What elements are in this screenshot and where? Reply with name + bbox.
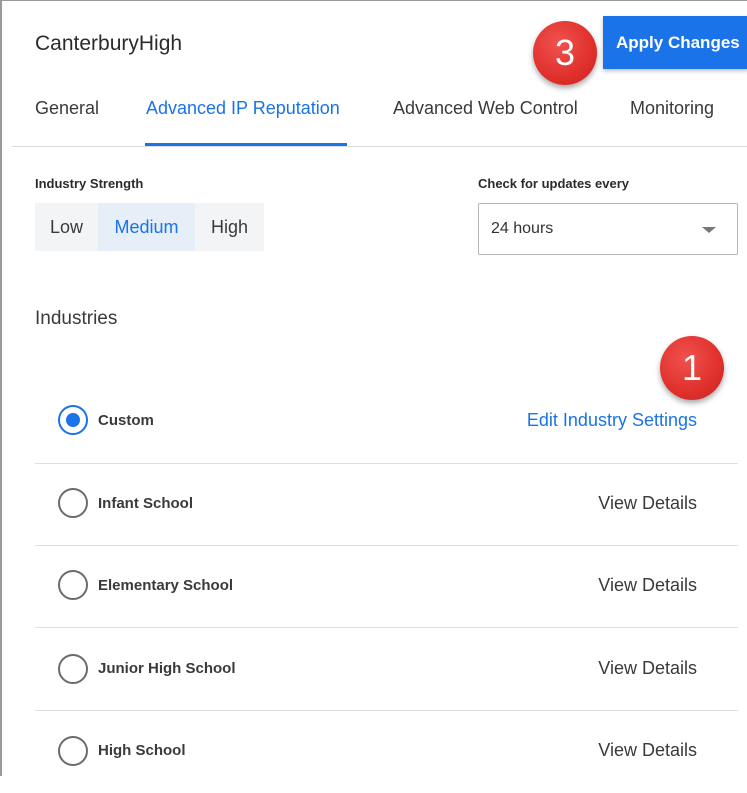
settings-panel: CanterburyHigh Apply Changes General Adv…: [0, 0, 747, 776]
industry-row-high-school: High School View Details: [35, 711, 738, 793]
industry-label: Elementary School: [98, 577, 234, 594]
apply-changes-button[interactable]: Apply Changes: [603, 16, 747, 69]
view-details-link[interactable]: View Details: [598, 575, 697, 596]
radio-elementary-school[interactable]: [58, 570, 88, 600]
industry-label: High School: [98, 742, 186, 759]
industry-label: Custom: [98, 412, 154, 429]
radio-junior-high-school[interactable]: [58, 654, 88, 684]
tab-advanced-web-control[interactable]: Advanced Web Control: [393, 98, 578, 119]
chevron-down-icon: [702, 227, 716, 233]
industry-strength-label: Industry Strength: [35, 176, 144, 191]
callout-badge-1: 1: [660, 336, 724, 400]
callout-badge-3: 3: [533, 21, 597, 85]
tab-general[interactable]: General: [35, 98, 99, 119]
view-details-link[interactable]: View Details: [598, 658, 697, 679]
view-details-link[interactable]: View Details: [598, 493, 697, 514]
industry-strength-toggle: Low Medium High: [35, 203, 264, 251]
industry-row-custom: Custom Edit Industry Settings: [35, 380, 738, 462]
industry-row-elementary-school: Elementary School View Details: [35, 546, 738, 628]
tab-divider: [12, 146, 747, 147]
edit-industry-settings-link[interactable]: Edit Industry Settings: [527, 410, 697, 431]
industry-row-junior-high-school: Junior High School View Details: [35, 628, 738, 710]
page-title: CanterburyHigh: [35, 32, 183, 55]
radio-infant-school[interactable]: [58, 488, 88, 518]
view-details-link[interactable]: View Details: [598, 740, 697, 761]
industry-label: Junior High School: [98, 660, 236, 677]
update-frequency-value: 24 hours: [491, 220, 554, 237]
radio-high-school[interactable]: [58, 736, 88, 766]
industries-heading: Industries: [35, 308, 118, 329]
radio-custom[interactable]: [58, 405, 88, 435]
strength-high-option[interactable]: High: [195, 203, 264, 251]
industry-label: Infant School: [98, 495, 193, 512]
tab-monitoring[interactable]: Monitoring: [630, 98, 714, 119]
tab-advanced-ip-reputation[interactable]: Advanced IP Reputation: [146, 98, 340, 119]
industry-row-infant-school: Infant School View Details: [35, 464, 738, 546]
strength-medium-option[interactable]: Medium: [98, 203, 195, 251]
update-frequency-label: Check for updates every: [478, 176, 630, 191]
update-frequency-select[interactable]: 24 hours: [478, 203, 738, 255]
strength-low-option[interactable]: Low: [35, 203, 98, 251]
